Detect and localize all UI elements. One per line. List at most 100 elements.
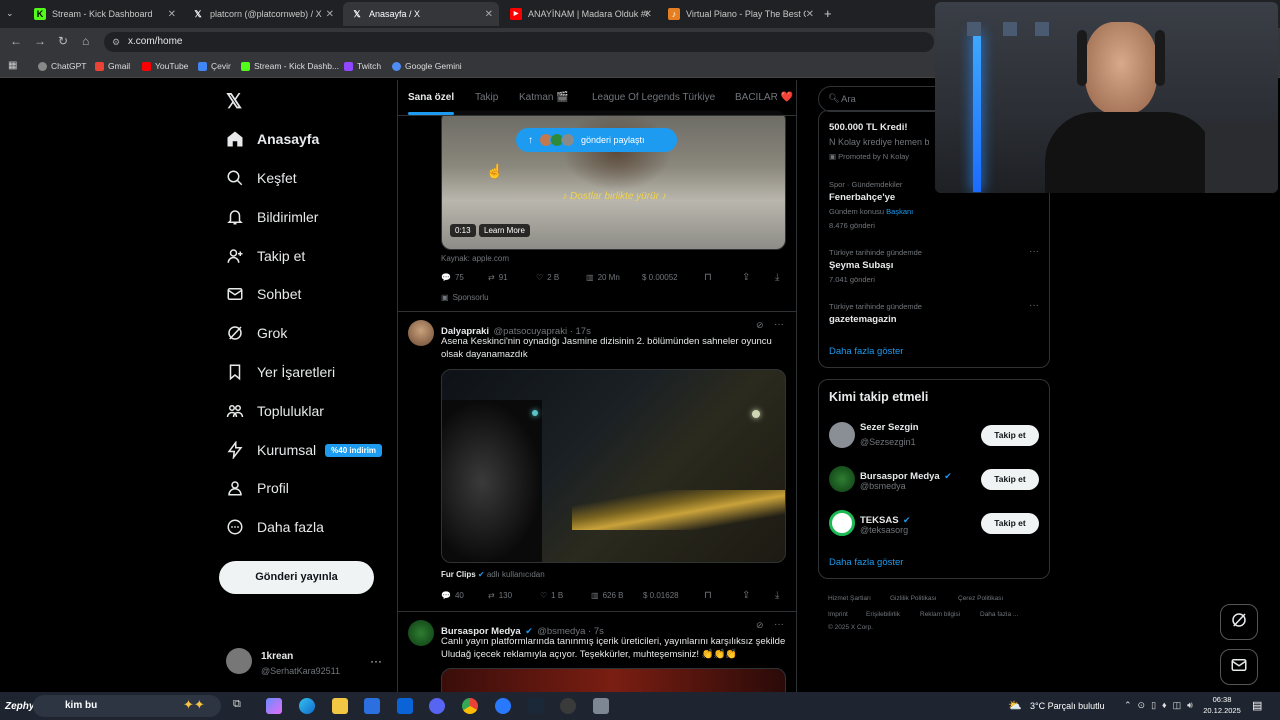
share-icon[interactable]: ⇪ xyxy=(742,590,750,601)
app-icon[interactable] xyxy=(593,698,609,714)
tab-for-you[interactable]: Sana özel xyxy=(408,92,454,103)
reply-button[interactable]: 💬 40 xyxy=(441,591,464,600)
follow-show-more[interactable]: Daha fazla göster xyxy=(829,557,903,568)
ad-source[interactable]: Kaynak: apple.com xyxy=(441,254,509,263)
tab-list-icon[interactable]: ⌄ xyxy=(6,8,14,19)
like-button[interactable]: ♡ 2 B xyxy=(536,273,559,282)
trend-title[interactable]: Fenerbahçe'ye xyxy=(829,192,895,203)
tab-anasayfa[interactable]: 𝕏 Anasayfa / X ✕ xyxy=(343,2,499,26)
share-icon[interactable]: ⇪ xyxy=(742,272,750,283)
taskbar-search-input[interactable]: kim bu ✦✦ xyxy=(33,695,221,717)
bookmark-kick[interactable]: Stream - Kick Dashb... xyxy=(241,61,339,71)
nav-communities[interactable]: Topluluklar xyxy=(226,398,324,424)
tab-katman[interactable]: Katman 🎬 xyxy=(519,92,569,103)
nav-more[interactable]: Daha fazla xyxy=(226,514,324,540)
messages-fab[interactable] xyxy=(1220,649,1258,685)
close-icon[interactable]: ✕ xyxy=(326,9,334,20)
close-icon[interactable]: ✕ xyxy=(168,9,176,20)
notification-icon[interactable]: ▤ xyxy=(1252,699,1262,712)
clock-time[interactable]: 06:38 xyxy=(1204,695,1240,704)
follow-button[interactable]: Takip et xyxy=(981,469,1039,490)
nav-chat[interactable]: Sohbet xyxy=(226,281,301,307)
bookmark-youtube[interactable]: YouTube xyxy=(142,61,188,71)
bookmark-icon[interactable]: ⊓ xyxy=(704,590,712,601)
site-info-icon[interactable]: ⚙ xyxy=(112,32,120,52)
url-input[interactable]: ⚙ x.com/home xyxy=(104,32,934,52)
account-name[interactable]: 1krean xyxy=(261,651,293,662)
post-video[interactable] xyxy=(441,668,786,692)
post-button[interactable]: Gönderi yayınla xyxy=(219,561,374,594)
outlook-icon[interactable] xyxy=(397,698,413,714)
tab-youtube[interactable]: ▶ ANAYİNAM | Madara Olduk #6 ✕ xyxy=(502,2,658,26)
avatar[interactable] xyxy=(829,466,855,492)
avatar[interactable] xyxy=(408,320,434,346)
like-button[interactable]: ♡ 1 B xyxy=(540,591,563,600)
tip-button[interactable]: $ 0.01628 xyxy=(643,591,679,600)
clip-credit-name[interactable]: Fur Clips xyxy=(441,570,476,579)
close-icon[interactable]: ✕ xyxy=(644,9,652,20)
tab-lol-turkiye[interactable]: League Of Legends Türkiye xyxy=(592,92,715,103)
footer-link[interactable]: Çerez Politikası xyxy=(958,595,1003,602)
trends-show-more[interactable]: Daha fazla göster xyxy=(829,346,903,357)
download-icon[interactable]: ⤓ xyxy=(775,590,779,601)
footer-link[interactable]: Imprint xyxy=(828,611,848,618)
home-page-icon[interactable]: ⌂ xyxy=(82,34,89,48)
bookmark-cevir[interactable]: Çevir xyxy=(198,61,231,71)
grok-icon[interactable]: ⊘ xyxy=(756,620,764,631)
file-explorer-icon[interactable] xyxy=(332,698,348,714)
chrome-icon[interactable] xyxy=(462,698,478,714)
trend-more-icon[interactable]: ··· xyxy=(1029,246,1039,257)
x-logo-icon[interactable]: 𝕏 xyxy=(226,89,242,114)
tab-virtual-piano[interactable]: ♪ Virtual Piano - Play The Best O ✕ xyxy=(660,2,820,26)
nav-profile[interactable]: Profil xyxy=(226,475,289,501)
edge-icon[interactable] xyxy=(299,698,315,714)
post-video[interactable] xyxy=(441,369,786,563)
nav-follow[interactable]: Takip et xyxy=(226,243,305,269)
grok-icon[interactable]: ⊘ xyxy=(756,320,764,331)
download-icon[interactable]: ⤓ xyxy=(775,272,779,283)
nav-explore[interactable]: Keşfet xyxy=(226,165,297,191)
grok-fab[interactable] xyxy=(1220,604,1258,640)
tray-icons[interactable]: ⌃⊙▯♦◫🔊︎ xyxy=(1124,700,1199,711)
footer-link[interactable]: Daha fazla ... xyxy=(980,611,1018,618)
follow-button[interactable]: Takip et xyxy=(981,513,1039,534)
nav-bookmarks[interactable]: Yer İşaretleri xyxy=(226,359,335,385)
bookmark-gemini[interactable]: Google Gemini xyxy=(392,61,462,71)
store-icon[interactable] xyxy=(364,698,380,714)
learn-more-button[interactable]: Learn More xyxy=(479,224,530,237)
weather-text[interactable]: 3°C Parçalı bulutlu xyxy=(1030,701,1105,711)
reply-button[interactable]: 💬 75 xyxy=(441,273,464,282)
clock-date[interactable]: 20.12.2025 xyxy=(1198,706,1246,715)
bookmark-gmail[interactable]: Gmail xyxy=(95,61,130,71)
nav-business[interactable]: Kurumsal %40 indirim xyxy=(226,437,383,463)
repost-button[interactable]: ⇄ 91 xyxy=(488,273,508,282)
new-posts-pill[interactable]: ↑ gönderi paylaştı xyxy=(516,128,677,152)
post-more-icon[interactable]: ··· xyxy=(774,619,784,630)
footer-link[interactable]: Erişilebilirlik xyxy=(866,611,900,618)
tip-button[interactable]: $ 0.00052 xyxy=(642,273,678,282)
footer-link[interactable]: Hizmet Şartları xyxy=(828,595,871,602)
tab-following[interactable]: Takip xyxy=(475,92,498,103)
post-more-icon[interactable]: ··· xyxy=(774,319,784,330)
back-icon[interactable]: ← xyxy=(10,34,22,48)
views-button[interactable]: ▥ 626 B xyxy=(591,591,623,600)
trend-title[interactable]: Şeyma Subaşı xyxy=(829,260,893,271)
obs-icon[interactable] xyxy=(560,698,576,714)
avatar[interactable] xyxy=(829,510,855,536)
close-icon[interactable]: ✕ xyxy=(485,9,493,20)
avatar[interactable] xyxy=(829,422,855,448)
forward-icon[interactable]: → xyxy=(34,34,46,48)
account-more-icon[interactable]: ··· xyxy=(370,654,382,668)
footer-link[interactable]: Gizlilik Politikası xyxy=(890,595,937,602)
bookmark-chatgpt[interactable]: ChatGPT xyxy=(38,61,86,71)
trend-extra-link[interactable]: Başkanı xyxy=(886,207,913,216)
new-tab-icon[interactable]: + xyxy=(824,6,832,21)
avatar[interactable] xyxy=(408,620,434,646)
bookmark-twitch[interactable]: Twitch xyxy=(344,61,381,71)
views-button[interactable]: ▥ 20 Mn xyxy=(586,273,620,282)
trend-more-icon[interactable]: ··· xyxy=(1029,300,1039,311)
follow-name[interactable]: Sezer Sezgin xyxy=(860,422,919,433)
tab-kick-dashboard[interactable]: K Stream - Kick Dashboard ✕ xyxy=(26,2,182,26)
task-view-icon[interactable]: ⧉ xyxy=(233,698,249,714)
follow-button[interactable]: Takip et xyxy=(981,425,1039,446)
